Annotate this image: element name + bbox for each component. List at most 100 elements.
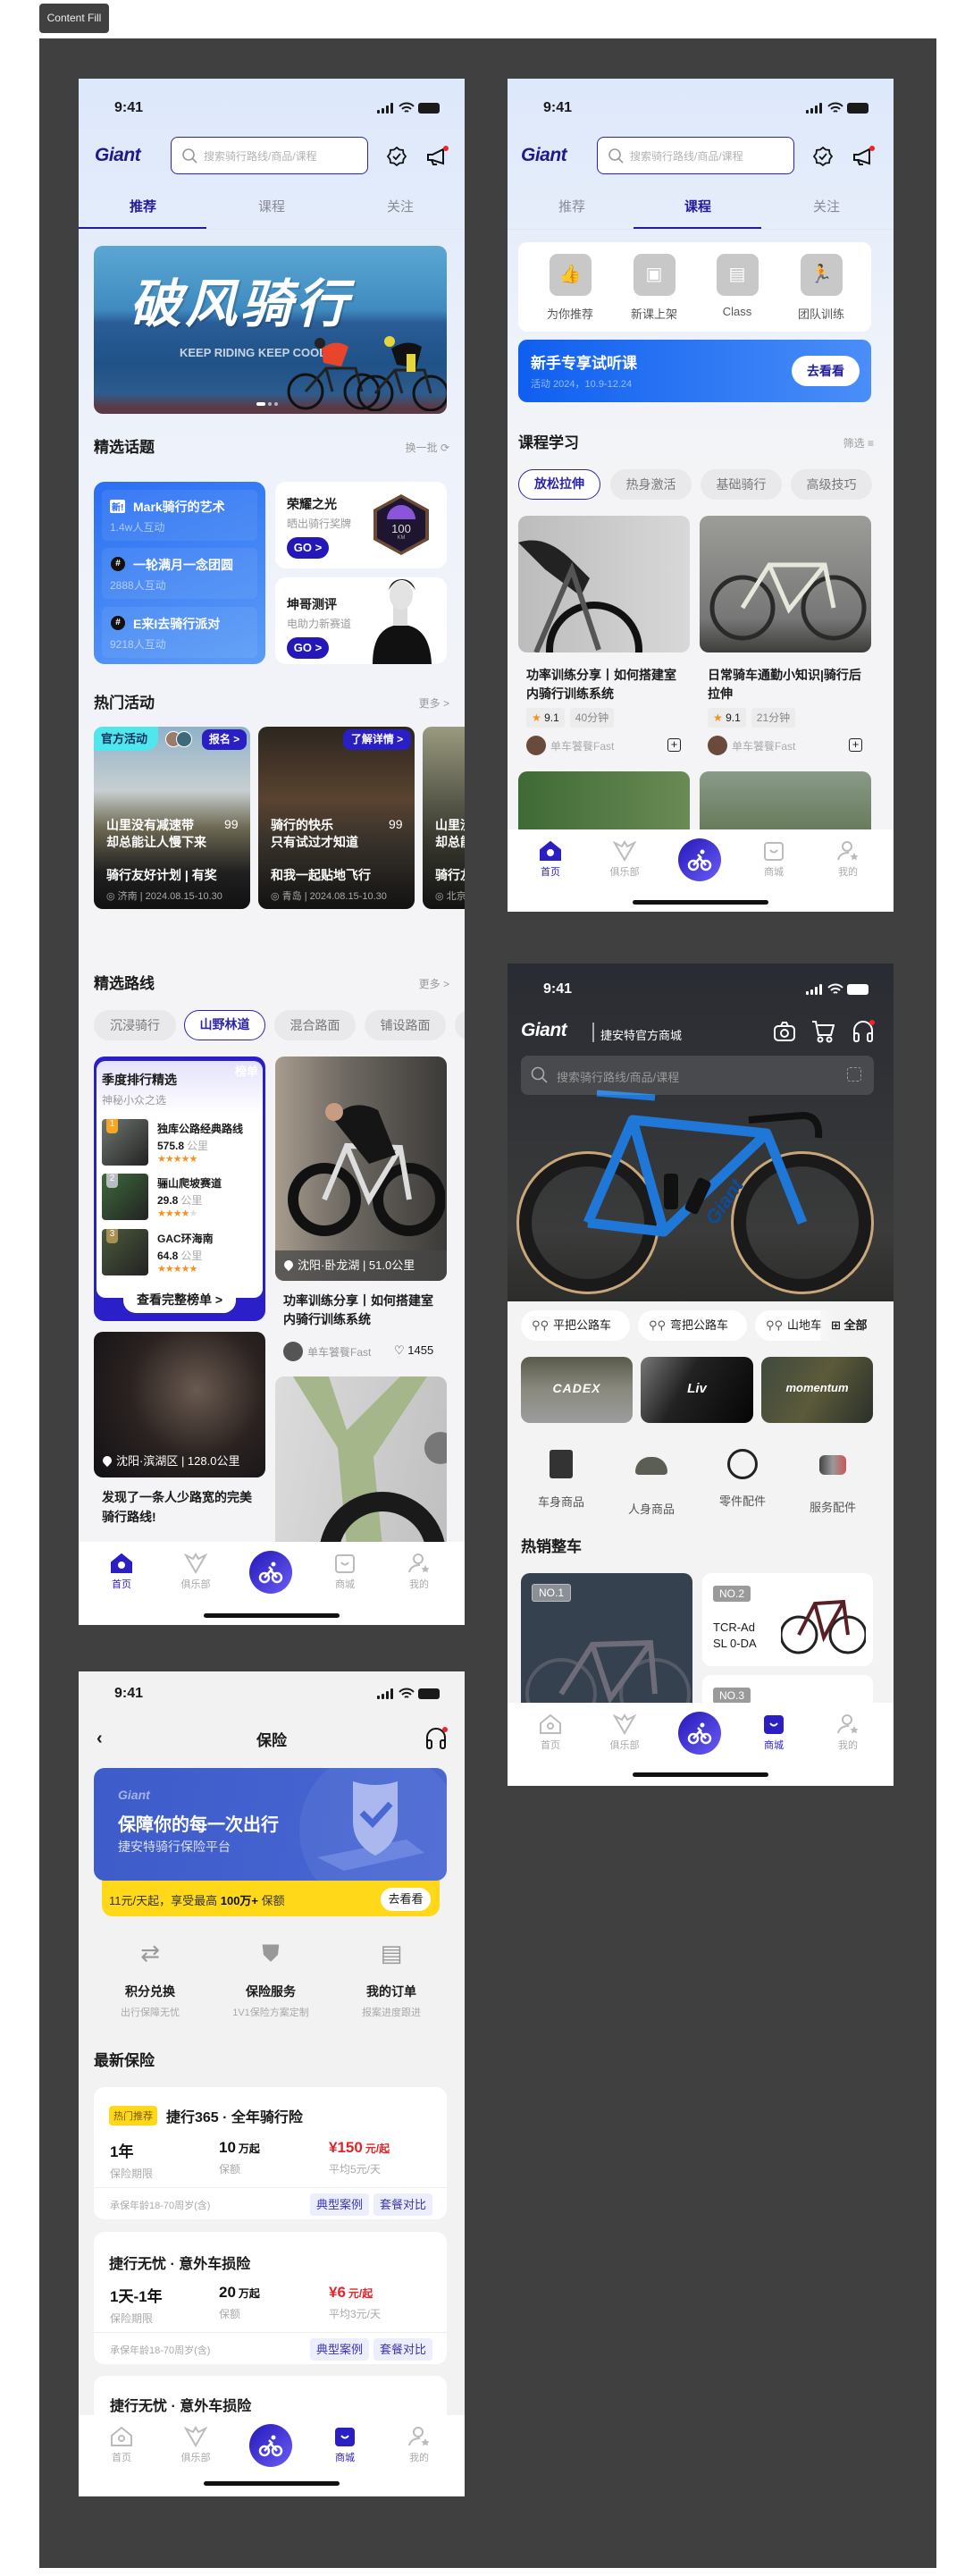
shortcut-class[interactable]: ▤ Class <box>710 254 764 318</box>
verified-badge-icon[interactable] <box>386 146 407 172</box>
typical-cases-button[interactable]: 典型案例 <box>310 2338 370 2361</box>
carousel-dot[interactable] <box>274 402 278 406</box>
nav-home[interactable]: 首页 <box>524 840 577 879</box>
nav-profile[interactable]: 我的 <box>392 2426 446 2464</box>
hot-bike-card[interactable]: NO.2 TCR-Ad SL 0-DA <box>702 1573 873 1666</box>
typical-cases-button[interactable]: 典型案例 <box>310 2193 370 2216</box>
search-input[interactable]: 搜索骑行路线/商品/课程 <box>521 1056 874 1095</box>
go-button[interactable]: GO > <box>287 637 329 659</box>
course-chip-active[interactable]: 放松拉伸 <box>518 469 600 500</box>
nav-ride-button[interactable] <box>678 1712 721 1755</box>
topic-item[interactable]: 新! Mark骑行的艺术 1.4w人互动 <box>102 490 257 541</box>
insurance-banner[interactable]: Giant 保障你的每一次出行 捷安特骑行保险平台 <box>94 1768 447 1881</box>
brand-tile-cadex[interactable]: CADEX <box>521 1357 633 1423</box>
service-points-exchange[interactable]: ⇄ 积分兑换 出行保障无忧 <box>105 1940 195 2019</box>
insurance-product-card[interactable]: 热门推荐 捷行365 · 全年骑行险 1年 保险期限 10 万起 保额 ¥150 元/起 平均5元… <box>94 2087 447 2219</box>
camera-icon[interactable] <box>773 1021 796 1042</box>
nav-profile[interactable]: 我的 <box>821 1713 875 1752</box>
route-chip-overflow[interactable] <box>455 1010 465 1040</box>
author-name[interactable]: 单车饕餮Fast <box>732 738 795 753</box>
promo-strip-button[interactable]: 去看看 <box>381 1888 431 1911</box>
filter-button[interactable]: 筛选 ≡ <box>843 434 874 452</box>
route-chip[interactable]: 铺设路面 <box>365 1010 446 1040</box>
route-post-image[interactable]: 沈阳·滨湖区 | 128.0公里 <box>94 1332 265 1477</box>
more-activities-link[interactable]: 更多 > <box>419 695 449 712</box>
author-name[interactable]: 单车饕餮Fast <box>550 738 614 753</box>
course-image[interactable] <box>518 516 690 652</box>
category-service-parts[interactable]: 服务配件 <box>797 1446 868 1515</box>
nav-shop[interactable]: 商城 <box>747 840 801 879</box>
search-input[interactable]: 搜索骑行路线/商品/课程 <box>597 137 794 174</box>
tab-recommend[interactable]: 推荐 <box>508 195 636 220</box>
add-icon[interactable]: + <box>667 738 681 752</box>
megaphone-icon[interactable] <box>852 146 875 173</box>
nav-shop[interactable]: 商城 <box>318 2426 372 2464</box>
carousel-dot[interactable] <box>268 402 272 406</box>
service-my-orders[interactable]: ▤ 我的订单 报案进度跟进 <box>347 1940 436 2019</box>
details-button[interactable]: 了解详情 > <box>343 729 411 750</box>
author-avatar[interactable] <box>708 736 727 755</box>
nav-profile[interactable]: 我的 <box>392 1553 446 1591</box>
route-post-title[interactable]: 发现了一条人少路宽的完美骑行路线! <box>102 1487 254 1527</box>
trial-course-banner[interactable]: 新手专享试听课 活动 2024，10.9-12.24 去看看 <box>518 340 871 402</box>
search-input[interactable]: 搜索骑行路线/商品/课程 <box>171 137 368 174</box>
route-post-image[interactable]: 沈阳·卧龙湖 | 51.0公里 <box>275 1056 447 1281</box>
go-button[interactable]: GO > <box>287 537 329 559</box>
customer-service-icon[interactable] <box>852 1020 875 1043</box>
insurance-product-card[interactable]: 捷行无忧 · 意外车损险 1天-1年 保险期限 20 万起 保额 ¥6 元/起 平均3元/天 承保… <box>94 2232 447 2364</box>
megaphone-icon[interactable] <box>425 146 449 173</box>
tab-follow[interactable]: 关注 <box>336 195 465 220</box>
course-image[interactable] <box>700 516 871 652</box>
topic-item[interactable]: # E来I去骑行派对 9218人互动 <box>102 607 257 658</box>
course-chip[interactable]: 高级技巧 <box>791 469 872 500</box>
topic-card-review[interactable]: 坤哥测评 电助力新赛道 GO > <box>275 577 447 664</box>
category-parts[interactable]: 零件配件 <box>707 1446 778 1509</box>
brand-tile-liv[interactable]: Liv <box>641 1357 753 1423</box>
nav-club[interactable]: 俱乐部 <box>598 1713 651 1752</box>
author-avatar[interactable] <box>283 1342 303 1361</box>
hero-banner[interactable]: 破风骑行 KEEP RIDING KEEP COOL. <box>94 246 447 414</box>
nav-club[interactable]: 俱乐部 <box>169 2426 222 2464</box>
like-count[interactable]: ♡ 1455 <box>394 1343 433 1358</box>
author-avatar[interactable] <box>526 736 546 755</box>
hero-image[interactable]: Giant <box>508 964 894 1301</box>
course-card-info[interactable]: 功率训练分享丨如何搭建室内骑行训练系统 ★ 9.1 40分钟 单车饕餮Fast + <box>526 666 687 755</box>
customer-service-icon[interactable] <box>424 1727 448 1750</box>
carousel-dot-active[interactable] <box>256 402 265 406</box>
refresh-topics-button[interactable]: 换一批 ⟳ <box>406 439 449 457</box>
shortcut-recommend[interactable]: 👍 为你推荐 <box>543 254 597 322</box>
nav-shop[interactable]: 商城 <box>318 1553 372 1591</box>
shortcut-new-course[interactable]: ▣ 新课上架 <box>627 254 681 322</box>
route-chip[interactable]: 沉浸骑行 <box>94 1010 176 1040</box>
bike-type-chip[interactable]: ⚲⚲ 弯把公路车 <box>638 1310 747 1341</box>
nav-ride-button[interactable] <box>249 1551 292 1594</box>
all-types-button[interactable]: ⊞ 全部 <box>820 1310 894 1341</box>
nav-shop[interactable]: 商城 <box>747 1713 801 1752</box>
course-chip[interactable]: 基础骑行 <box>701 469 782 500</box>
topic-card-medal[interactable]: 荣耀之光 晒出骑行奖牌 GO > 100 KM <box>275 482 447 568</box>
shortcut-team-training[interactable]: 🏃 团队训练 <box>794 254 848 322</box>
more-routes-link[interactable]: 更多 > <box>419 975 449 993</box>
nav-club[interactable]: 俱乐部 <box>169 1553 222 1591</box>
tab-course[interactable]: 课程 <box>207 195 336 220</box>
view-full-ranking-button[interactable]: 查看完整榜单 > <box>123 1289 236 1313</box>
nav-home[interactable]: 首页 <box>95 1553 148 1591</box>
route-post-image[interactable] <box>275 1376 447 1555</box>
route-chip-active[interactable]: 山野林道 <box>184 1010 265 1040</box>
brand-tile-momentum[interactable]: momentum <box>761 1357 873 1423</box>
service-insurance[interactable]: ⛊ 保险服务 1V1保险方案定制 <box>226 1940 315 2019</box>
nav-home[interactable]: 首页 <box>95 2426 148 2464</box>
course-chip[interactable]: 热身激活 <box>610 469 692 500</box>
activity-card[interactable]: 了解详情 > 骑行的快乐 只有试过才知道 99 和我一起贴地飞行 ◎ 青岛 | 2… <box>258 727 415 909</box>
bike-type-chip[interactable]: ⚲⚲ 平把公路车 <box>521 1310 630 1341</box>
route-post-title[interactable]: 功率训练分享丨如何搭建室内骑行训练系统 <box>283 1292 444 1329</box>
plan-compare-button[interactable]: 套餐对比 <box>373 2338 433 2361</box>
nav-club[interactable]: 俱乐部 <box>598 840 651 879</box>
nav-profile[interactable]: 我的 <box>821 840 875 879</box>
scan-icon[interactable] <box>847 1067 861 1082</box>
category-body-goods[interactable]: 车身商品 <box>525 1446 597 1510</box>
activity-card[interactable]: 山里没有减速带却总能让人慢下来 骑行友好计划 ◎ 北京 <box>423 727 465 909</box>
activity-card[interactable]: 官方活动 报名 > 山里没有减速带 却总能让人慢下来 99 骑行友好计划 | 有奖… <box>94 727 250 909</box>
nav-ride-button[interactable] <box>249 2424 292 2467</box>
route-chip[interactable]: 混合路面 <box>274 1010 356 1040</box>
